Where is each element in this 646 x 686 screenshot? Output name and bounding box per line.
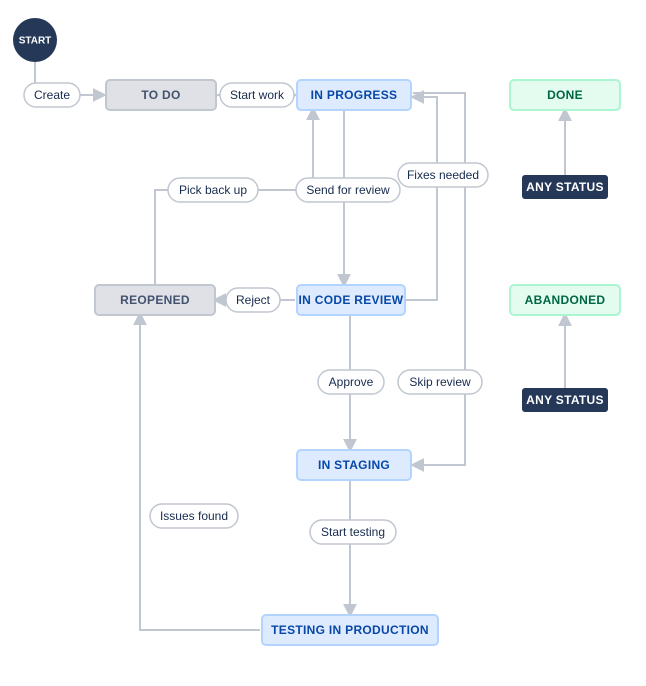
transition-send-for-review[interactable]: Send for review [296,178,400,202]
svg-text:REOPENED: REOPENED [120,293,190,307]
svg-text:Pick back up: Pick back up [179,183,247,197]
svg-text:Fixes needed: Fixes needed [407,168,479,182]
workflow-diagram: START Create Start work Send for review … [0,0,646,686]
svg-text:Start testing: Start testing [321,525,385,539]
edge-codereview-inprogress [405,97,437,300]
svg-text:TESTING IN PRODUCTION: TESTING IN PRODUCTION [271,623,429,637]
transition-issues-found[interactable]: Issues found [150,504,238,528]
edge-testing-reopened [140,314,260,630]
svg-text:Start work: Start work [230,88,285,102]
transition-start-work[interactable]: Start work [220,83,294,107]
status-any-1[interactable]: ANY STATUS [522,175,608,199]
svg-text:Create: Create [34,88,70,102]
status-todo[interactable]: TO DO [106,80,216,110]
svg-text:IN PROGRESS: IN PROGRESS [311,88,398,102]
transition-approve[interactable]: Approve [318,370,384,394]
svg-text:IN STAGING: IN STAGING [318,458,390,472]
status-testing-in-production[interactable]: TESTING IN PRODUCTION [262,615,438,645]
svg-text:Send for review: Send for review [306,183,390,197]
transition-pick-back-up[interactable]: Pick back up [168,178,258,202]
svg-text:ANY STATUS: ANY STATUS [526,393,604,407]
status-in-progress[interactable]: IN PROGRESS [297,80,411,110]
transition-create[interactable]: Create [24,83,80,107]
svg-text:Approve: Approve [329,375,374,389]
svg-text:Skip review: Skip review [409,375,471,389]
svg-text:ABANDONED: ABANDONED [525,293,606,307]
transition-fixes-needed[interactable]: Fixes needed [398,163,488,187]
svg-text:TO DO: TO DO [141,88,180,102]
svg-text:Issues found: Issues found [160,509,228,523]
status-in-staging[interactable]: IN STAGING [297,450,411,480]
edge-inprogress-staging [413,93,465,465]
transition-skip-review[interactable]: Skip review [398,370,482,394]
svg-text:IN CODE REVIEW: IN CODE REVIEW [299,293,404,307]
status-abandoned[interactable]: ABANDONED [510,285,620,315]
transition-reject[interactable]: Reject [226,288,280,312]
status-in-code-review[interactable]: IN CODE REVIEW [297,285,405,315]
svg-text:ANY STATUS: ANY STATUS [526,180,604,194]
status-done[interactable]: DONE [510,80,620,110]
start-node[interactable]: START [13,18,57,62]
status-reopened[interactable]: REOPENED [95,285,215,315]
status-any-2[interactable]: ANY STATUS [522,388,608,412]
svg-text:DONE: DONE [547,88,583,102]
transition-start-testing[interactable]: Start testing [310,520,396,544]
start-label: START [19,36,52,47]
svg-text:Reject: Reject [236,293,271,307]
